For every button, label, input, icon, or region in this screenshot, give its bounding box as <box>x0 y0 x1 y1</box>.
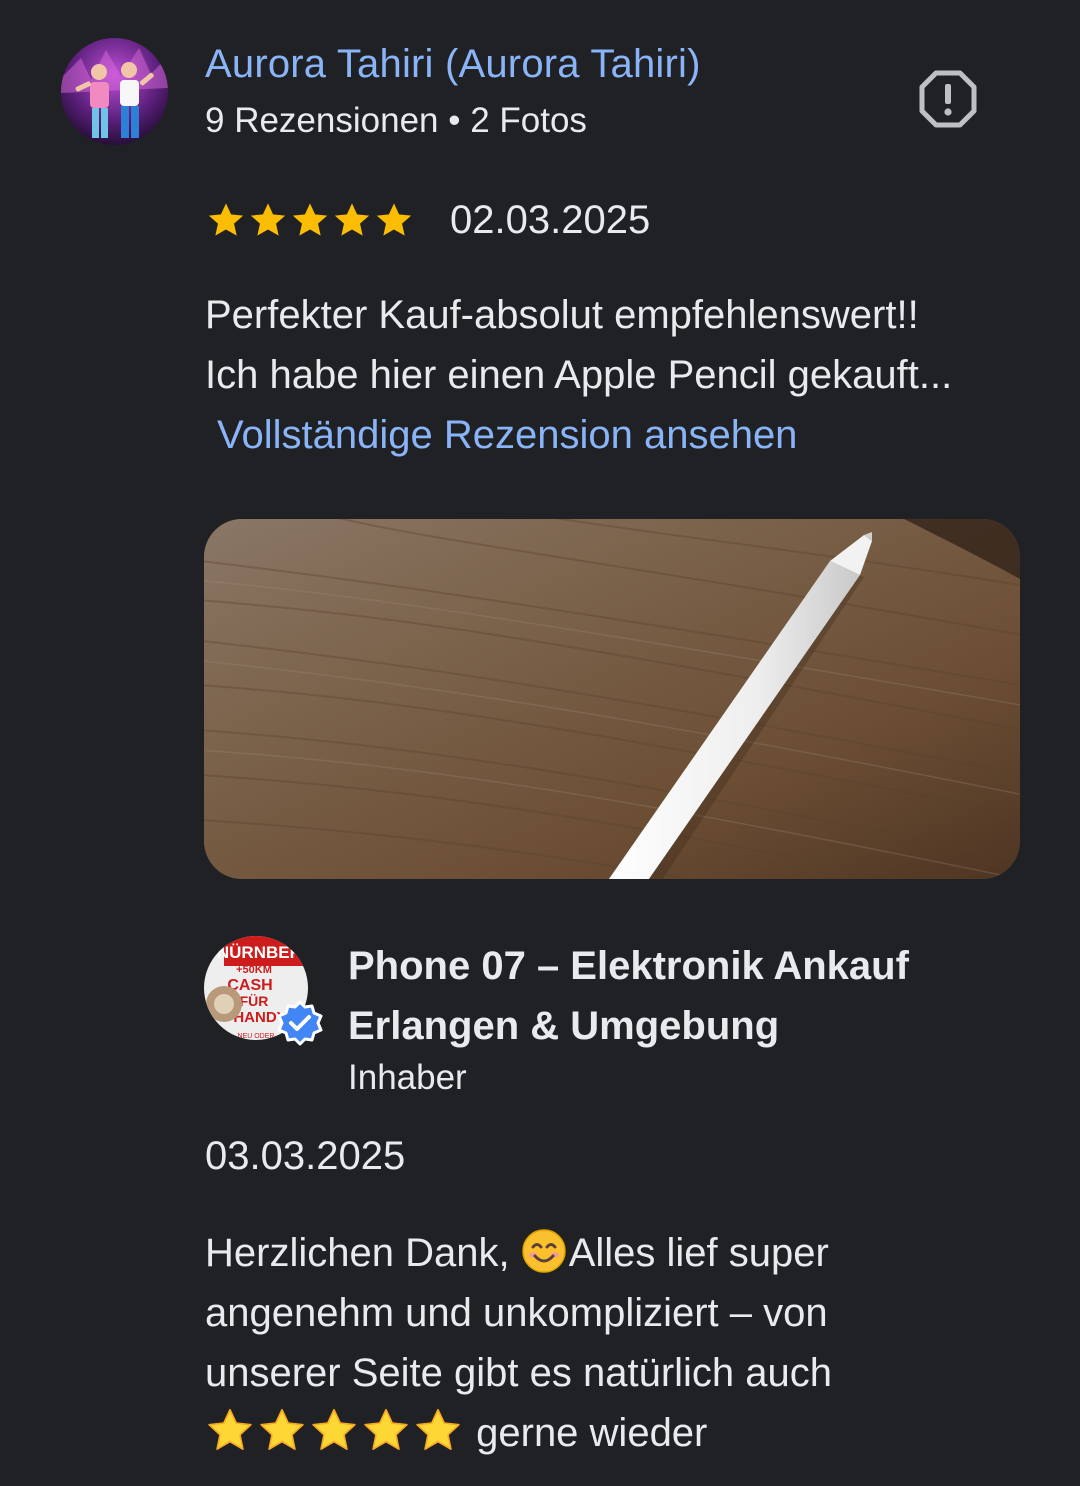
review-photo[interactable] <box>204 519 1020 879</box>
review-text-line: Ich habe hier einen Apple Pencil gekauft… <box>205 353 953 397</box>
star-icon <box>208 203 244 236</box>
reply-text-line: unserer Seite gibt es natürlich auch <box>205 1351 833 1395</box>
review-text: Perfekter Kauf-absolut empfehlenswert!! … <box>205 285 1045 405</box>
full-review-link[interactable]: Vollständige Rezension ansehen <box>217 405 797 465</box>
star-rating <box>205 199 415 241</box>
reply-text-segment: Alles lief super <box>568 1231 829 1275</box>
smiling-face-emoji-icon <box>521 1228 567 1274</box>
reply-text-segment: Herzlichen Dank, <box>205 1231 521 1275</box>
owner-name-line: Phone 07 – Elektronik Ankauf <box>348 944 909 988</box>
reviewer-name[interactable]: Aurora Tahiri (Aurora Tahiri) <box>205 42 701 87</box>
owner-logo-text: NEU ODER <box>238 1033 275 1040</box>
report-flag-icon[interactable] <box>919 70 977 128</box>
reply-date: 03.03.2025 <box>205 1134 406 1178</box>
owner-logo-text: NÜRNBERG <box>217 943 312 962</box>
star-icon <box>334 203 370 236</box>
owner-role: Inhaber <box>348 1058 467 1097</box>
owner-logo-text: FÜR <box>240 993 269 1009</box>
star-emoji-icon <box>309 1406 359 1456</box>
reviewer-avatar[interactable] <box>61 38 168 145</box>
star-emoji-icon <box>361 1406 411 1456</box>
star-emoji-icon <box>413 1406 463 1456</box>
reply-text: Herzlichen Dank, Alles lief super angene… <box>205 1223 1055 1463</box>
reply-text-line: Herzlichen Dank, Alles lief super <box>205 1223 1055 1283</box>
star-icon <box>376 203 412 236</box>
owner-name[interactable]: Phone 07 – Elektronik Ankauf Erlangen & … <box>348 936 1028 1056</box>
star-emoji-group <box>205 1408 465 1455</box>
verified-badge-icon <box>276 1000 324 1048</box>
star-emoji-icon <box>205 1406 255 1456</box>
reviewer-meta: 9 Rezensionen • 2 Fotos <box>205 101 587 140</box>
star-icon <box>250 203 286 236</box>
review-date: 02.03.2025 <box>450 198 651 242</box>
star-icon <box>292 203 328 236</box>
owner-name-line: Erlangen & Umgebung <box>348 1004 780 1048</box>
reply-text-line: angenehm und unkompliziert – von <box>205 1291 828 1335</box>
reply-text-line: gerne wieder <box>205 1403 1055 1463</box>
review-text-line: Perfekter Kauf-absolut empfehlenswert!! <box>205 293 919 337</box>
owner-logo-text: +50KM <box>236 964 272 976</box>
star-emoji-icon <box>257 1406 307 1456</box>
reply-text-segment: gerne wieder <box>476 1411 708 1455</box>
